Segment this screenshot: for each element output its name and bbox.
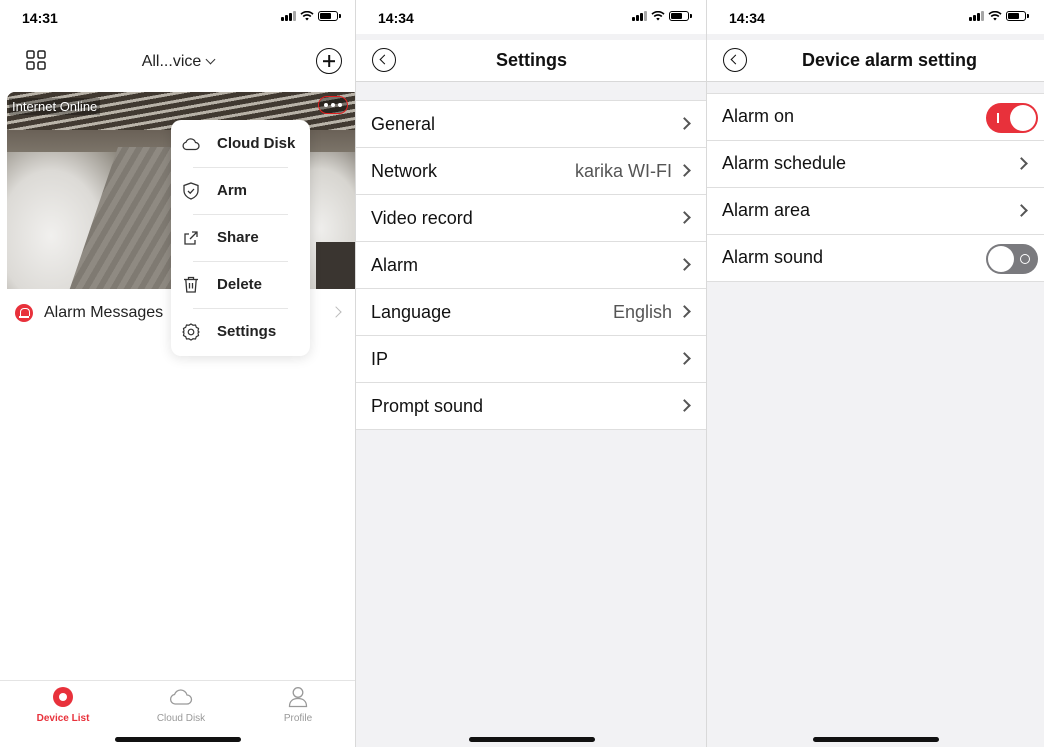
menu-item-delete[interactable]: Delete: [171, 261, 310, 308]
settings-row-ip[interactable]: IP: [356, 336, 707, 383]
chevron-down-icon: [205, 54, 216, 65]
battery-icon: [669, 11, 692, 21]
chevron-right-icon: [678, 305, 691, 318]
page-title: Device alarm setting: [801, 50, 978, 70]
chevron-right-icon: [330, 306, 342, 318]
wifi-icon: [300, 11, 314, 21]
status-time: 14:34: [378, 10, 414, 26]
tab-profile[interactable]: Profile: [248, 685, 348, 724]
home-indicator: [115, 737, 241, 742]
settings-row-network[interactable]: Network karika WI-FI: [356, 148, 707, 195]
settings-nav-bar: Settings: [356, 40, 707, 82]
share-icon: [182, 229, 200, 247]
chevron-right-icon: [678, 258, 691, 271]
settings-screen: 14:34 Settings General Network karika WI…: [356, 0, 707, 747]
device-filter-dropdown[interactable]: All...vice: [0, 53, 356, 71]
network-value: karika WI-FI: [575, 161, 672, 181]
alarm-row-alarm-on: Alarm on: [707, 94, 1044, 141]
alarm-bell-icon: [15, 304, 33, 322]
settings-row-alarm[interactable]: Alarm: [356, 242, 707, 289]
tab-cloud-disk[interactable]: Cloud Disk: [131, 685, 231, 724]
record-icon: [53, 687, 73, 707]
menu-item-share[interactable]: Share: [171, 214, 310, 261]
settings-row-language[interactable]: Language English: [356, 289, 707, 336]
add-device-icon[interactable]: [316, 48, 342, 74]
battery-icon: [1006, 11, 1029, 21]
signal-icon: [969, 11, 984, 21]
chevron-right-icon: [1015, 204, 1028, 217]
settings-list: General Network karika WI-FI Video recor…: [356, 100, 707, 430]
shield-check-icon: [182, 181, 200, 200]
person-icon: [286, 685, 310, 709]
camera-status-label: Internet Online: [9, 98, 101, 115]
chevron-right-icon: [678, 164, 691, 177]
alarm-row-sound: Alarm sound: [707, 235, 1044, 282]
alarm-row-area[interactable]: Alarm area: [707, 188, 1044, 235]
wifi-icon: [988, 11, 1002, 21]
status-bar: 14:34: [356, 0, 707, 34]
alarm-nav-bar: Device alarm setting: [707, 40, 1044, 82]
tab-device-list[interactable]: Device List: [13, 685, 113, 724]
settings-row-general[interactable]: General: [356, 101, 707, 148]
wifi-icon: [651, 11, 665, 21]
alarm-row-schedule[interactable]: Alarm schedule: [707, 141, 1044, 188]
page-title: Settings: [495, 50, 567, 70]
signal-icon: [632, 11, 647, 21]
language-value: English: [612, 302, 672, 322]
status-time: 14:31: [22, 10, 58, 26]
alarm-settings-list: Alarm on Alarm schedule Alarm area Alarm…: [707, 93, 1044, 282]
menu-item-cloud-disk[interactable]: Cloud Disk: [171, 120, 310, 167]
menu-item-settings[interactable]: Settings: [171, 308, 310, 355]
alarm-setting-screen: 14:34 Device alarm setting Alarm on Alar…: [707, 0, 1044, 747]
chevron-right-icon: [678, 117, 691, 130]
alarm-on-toggle[interactable]: [986, 103, 1038, 133]
status-bar: 14:34: [707, 0, 1044, 34]
home-indicator: [812, 737, 939, 742]
chevron-right-icon: [678, 352, 691, 365]
more-options-icon[interactable]: [318, 96, 348, 114]
alarm-sound-toggle[interactable]: [986, 244, 1038, 274]
device-filter-label: All...vice: [141, 53, 202, 70]
chevron-right-icon: [678, 399, 691, 412]
chevron-right-icon: [678, 211, 691, 224]
settings-row-video-record[interactable]: Video record: [356, 195, 707, 242]
settings-row-prompt-sound[interactable]: Prompt sound: [356, 383, 707, 430]
device-list-header: All...vice: [0, 40, 356, 84]
cloud-icon: [169, 685, 193, 709]
status-time: 14:34: [729, 10, 765, 26]
device-options-menu: Cloud Disk Arm Share Delete Settings: [171, 120, 310, 356]
menu-item-arm[interactable]: Arm: [171, 167, 310, 214]
alarm-messages-label: Alarm Messages: [44, 304, 164, 321]
status-bar: 14:31: [0, 0, 356, 34]
chevron-right-icon: [1015, 157, 1028, 170]
cloud-icon: [182, 135, 200, 153]
battery-icon: [318, 11, 341, 21]
signal-icon: [281, 11, 296, 21]
tab-bar: Device List Cloud Disk Profile: [0, 680, 356, 747]
home-indicator: [468, 737, 595, 742]
gear-icon: [182, 322, 200, 341]
trash-icon: [182, 276, 200, 294]
device-list-screen: 14:31 All...vice Internet Online Alarm M…: [0, 0, 356, 747]
